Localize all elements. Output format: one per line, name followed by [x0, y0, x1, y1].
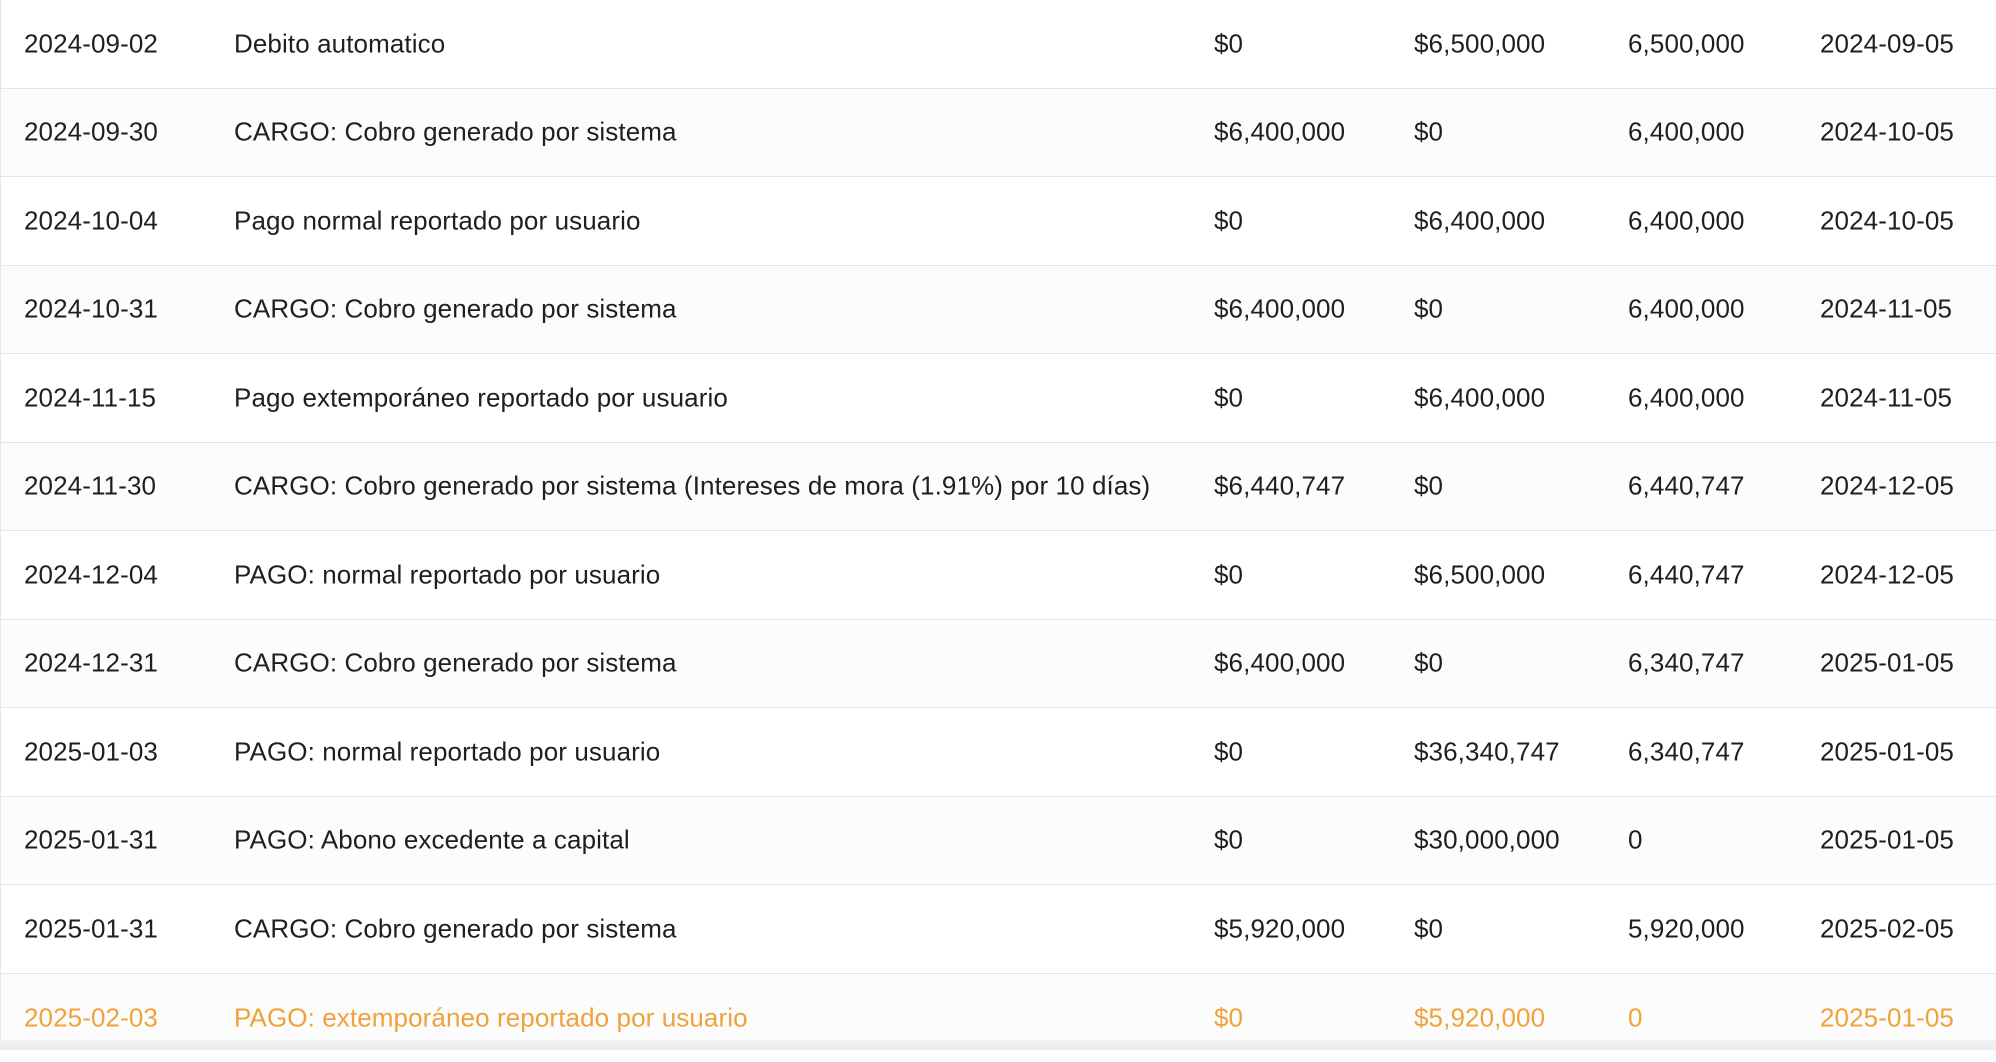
balance-cell: 6,400,000	[1628, 117, 1745, 148]
due-date-cell: 2025-02-05	[1820, 913, 1954, 944]
description-cell: Pago normal reportado por usuario	[234, 205, 641, 236]
payment-cell: $0	[1414, 648, 1443, 679]
description-cell: CARGO: Cobro generado por sistema	[234, 648, 677, 679]
payment-cell: $6,500,000	[1414, 28, 1545, 59]
balance-cell: 6,440,747	[1628, 559, 1745, 590]
charge-cell: $0	[1214, 382, 1243, 413]
payment-cell: $5,920,000	[1414, 1002, 1545, 1033]
description-cell: CARGO: Cobro generado por sistema	[234, 913, 677, 944]
due-date-cell: 2024-10-05	[1820, 205, 1954, 236]
payment-cell: $6,400,000	[1414, 205, 1545, 236]
due-date-cell: 2025-01-05	[1820, 648, 1954, 679]
date-cell: 2024-10-31	[24, 294, 158, 325]
charge-cell: $0	[1214, 205, 1243, 236]
table-row: 2024-10-04 Pago normal reportado por usu…	[1, 177, 1996, 266]
date-cell: 2025-02-03	[24, 1002, 158, 1033]
payment-cell: $0	[1414, 471, 1443, 502]
description-cell: PAGO: normal reportado por usuario	[234, 559, 660, 590]
table-bottom-edge	[0, 1040, 1996, 1050]
balance-cell: 6,440,747	[1628, 471, 1745, 502]
table-row: 2024-12-31 CARGO: Cobro generado por sis…	[1, 620, 1996, 709]
balance-cell: 5,920,000	[1628, 913, 1745, 944]
due-date-cell: 2024-09-05	[1820, 28, 1954, 59]
due-date-cell: 2024-12-05	[1820, 471, 1954, 502]
charge-cell: $0	[1214, 736, 1243, 767]
description-cell: PAGO: normal reportado por usuario	[234, 736, 660, 767]
table-row: 2025-01-31 PAGO: Abono excedente a capit…	[1, 797, 1996, 886]
payment-cell: $0	[1414, 117, 1443, 148]
date-cell: 2025-01-31	[24, 825, 158, 856]
table-row: 2024-12-04 PAGO: normal reportado por us…	[1, 531, 1996, 620]
due-date-cell: 2024-11-05	[1820, 294, 1952, 325]
balance-cell: 6,400,000	[1628, 294, 1745, 325]
description-cell: Pago extemporáneo reportado por usuario	[234, 382, 728, 413]
charge-cell: $5,920,000	[1214, 913, 1345, 944]
description-cell: CARGO: Cobro generado por sistema	[234, 294, 677, 325]
date-cell: 2024-11-15	[24, 382, 156, 413]
date-cell: 2024-12-31	[24, 648, 158, 679]
table-row: 2024-09-30 CARGO: Cobro generado por sis…	[1, 89, 1996, 178]
balance-cell: 6,400,000	[1628, 382, 1745, 413]
table-row: 2025-01-31 CARGO: Cobro generado por sis…	[1, 885, 1996, 974]
payment-cell: $6,400,000	[1414, 382, 1545, 413]
balance-cell: 6,500,000	[1628, 28, 1745, 59]
table-row: 2025-01-03 PAGO: normal reportado por us…	[1, 708, 1996, 797]
charge-cell: $0	[1214, 1002, 1243, 1033]
description-cell: Debito automatico	[234, 28, 445, 59]
date-cell: 2024-11-30	[24, 471, 156, 502]
balance-cell: 6,340,747	[1628, 648, 1745, 679]
description-cell: CARGO: Cobro generado por sistema (Inter…	[234, 471, 1150, 502]
date-cell: 2025-01-31	[24, 913, 158, 944]
balance-cell: 0	[1628, 825, 1643, 856]
date-cell: 2024-09-30	[24, 117, 158, 148]
table-row: 2024-11-15 Pago extemporáneo reportado p…	[1, 354, 1996, 443]
table-row: 2024-11-30 CARGO: Cobro generado por sis…	[1, 443, 1996, 532]
due-date-cell: 2024-12-05	[1820, 559, 1954, 590]
payment-cell: $0	[1414, 913, 1443, 944]
due-date-cell: 2024-10-05	[1820, 117, 1954, 148]
date-cell: 2025-01-03	[24, 736, 158, 767]
payment-cell: $36,340,747	[1414, 736, 1560, 767]
charge-cell: $0	[1214, 28, 1243, 59]
due-date-cell: 2024-11-05	[1820, 382, 1952, 413]
charge-cell: $6,400,000	[1214, 648, 1345, 679]
description-cell: PAGO: Abono excedente a capital	[234, 825, 630, 856]
table-row: 2024-09-02 Debito automatico $0 $6,500,0…	[1, 0, 1996, 89]
due-date-cell: 2025-01-05	[1820, 1002, 1954, 1033]
charge-cell: $6,440,747	[1214, 471, 1345, 502]
transactions-table: 2024-09-02 Debito automatico $0 $6,500,0…	[0, 0, 1996, 1050]
description-cell: CARGO: Cobro generado por sistema	[234, 117, 677, 148]
date-cell: 2024-09-02	[24, 28, 158, 59]
payment-cell: $30,000,000	[1414, 825, 1560, 856]
charge-cell: $0	[1214, 559, 1243, 590]
balance-cell: 6,400,000	[1628, 205, 1745, 236]
charge-cell: $6,400,000	[1214, 294, 1345, 325]
description-cell: PAGO: extemporáneo reportado por usuario	[234, 1002, 748, 1033]
payment-cell: $6,500,000	[1414, 559, 1545, 590]
table-row: 2024-10-31 CARGO: Cobro generado por sis…	[1, 266, 1996, 355]
date-cell: 2024-10-04	[24, 205, 158, 236]
payment-cell: $0	[1414, 294, 1443, 325]
date-cell: 2024-12-04	[24, 559, 158, 590]
charge-cell: $6,400,000	[1214, 117, 1345, 148]
due-date-cell: 2025-01-05	[1820, 825, 1954, 856]
charge-cell: $0	[1214, 825, 1243, 856]
due-date-cell: 2025-01-05	[1820, 736, 1954, 767]
balance-cell: 0	[1628, 1002, 1643, 1033]
balance-cell: 6,340,747	[1628, 736, 1745, 767]
